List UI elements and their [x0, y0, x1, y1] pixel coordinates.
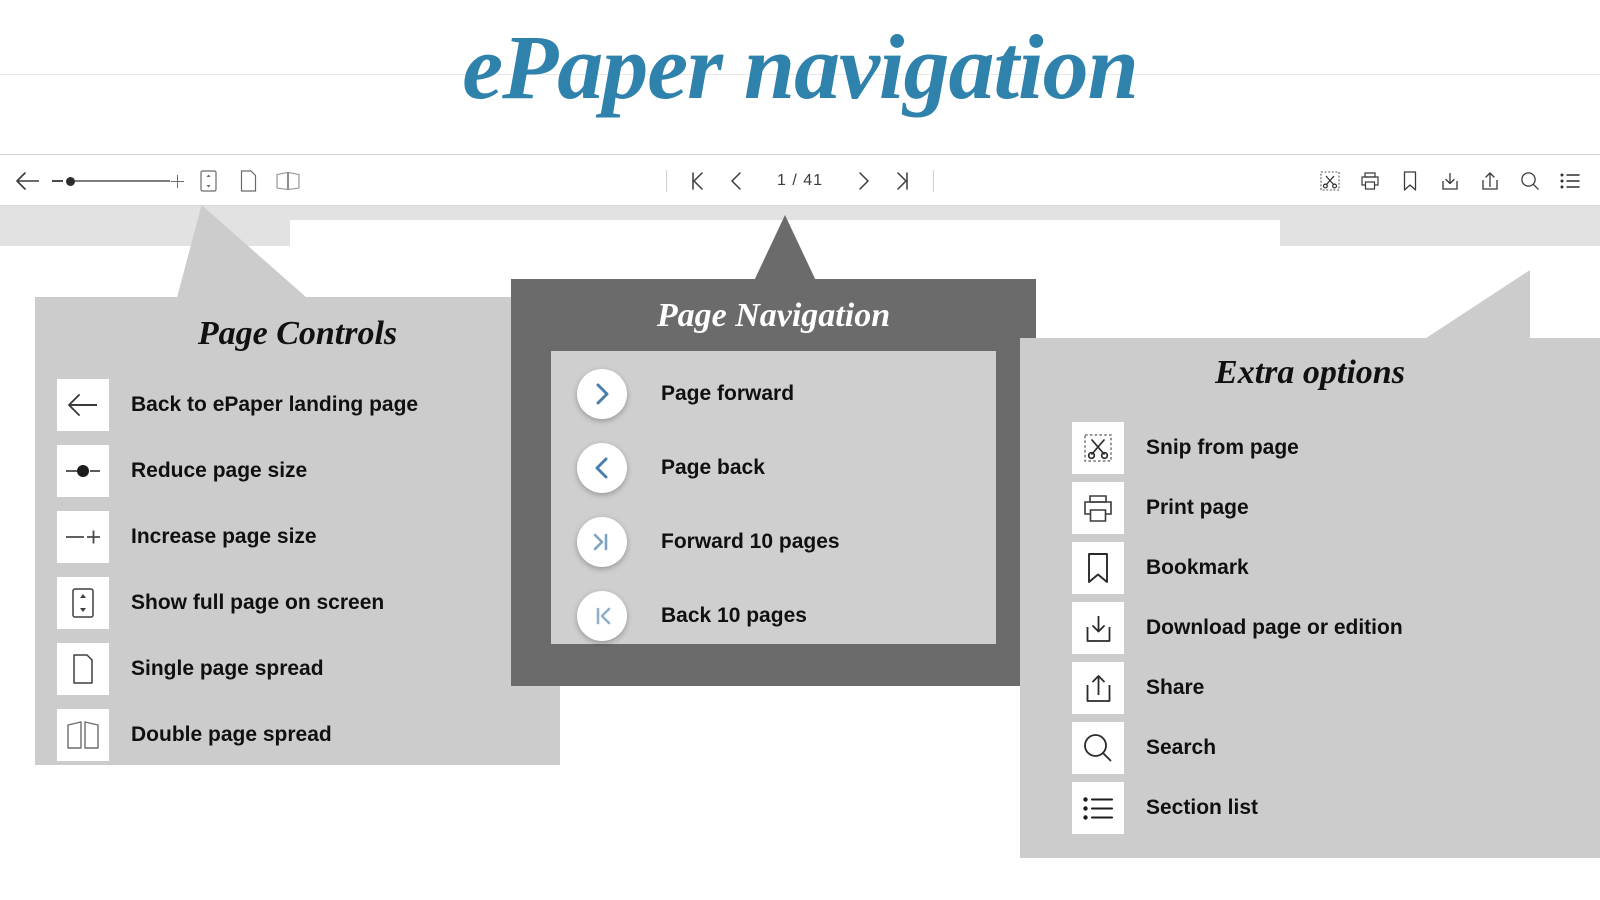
panel-page-navigation: Page Navigation Page forward Page back F…: [511, 279, 1036, 686]
toolbar-right-group: [1310, 155, 1590, 207]
list-item-section-list[interactable]: Section list: [1072, 782, 1403, 834]
toolbar-snip-icon[interactable]: [1310, 161, 1350, 201]
skip-back-icon: [577, 591, 627, 641]
list-item-snip-from-page[interactable]: Snip from page: [1072, 422, 1403, 474]
list-item-label: Bookmark: [1146, 556, 1249, 579]
reduce-size-icon: [57, 445, 109, 497]
list-item-label: Page forward: [661, 382, 795, 405]
pager-divider-left: [666, 170, 667, 192]
page-title: ePaper navigation: [462, 16, 1139, 118]
search-icon: [1072, 722, 1124, 774]
reader-toolbar: 1 / 41: [0, 154, 1600, 206]
list-item-label: Print page: [1146, 496, 1249, 519]
list-item-label: Back to ePaper landing page: [131, 393, 419, 416]
page-shadow-left: [0, 206, 290, 246]
list-item-label: Download page or edition: [1146, 616, 1403, 639]
list-item-share[interactable]: Share: [1072, 662, 1403, 714]
list-item-label: Back 10 pages: [661, 604, 807, 627]
list-item-search[interactable]: Search: [1072, 722, 1403, 774]
list-item-page-forward[interactable]: Page forward: [577, 369, 840, 419]
list-item-label: Section list: [1146, 796, 1259, 819]
share-icon: [1072, 662, 1124, 714]
pager-first-page-icon[interactable]: [677, 161, 717, 201]
list-item-single-page-spread[interactable]: Single page spread: [57, 643, 418, 695]
list-item-label: Page back: [661, 456, 765, 479]
panel-page-controls-list: Back to ePaper landing page Reduce page …: [57, 379, 418, 761]
toolbar-share-icon[interactable]: [1470, 161, 1510, 201]
list-item-reduce-page-size[interactable]: Reduce page size: [57, 445, 418, 497]
list-item-double-page-spread[interactable]: Double page spread: [57, 709, 418, 761]
download-icon: [1072, 602, 1124, 654]
pager-next-page-icon[interactable]: [843, 161, 883, 201]
list-item-label: Reduce page size: [131, 459, 308, 482]
bookmark-icon: [1072, 542, 1124, 594]
print-icon: [1072, 482, 1124, 534]
list-item-show-full-page[interactable]: Show full page on screen: [57, 577, 418, 629]
panel-page-navigation-list: Page forward Page back Forward 10 pages …: [577, 369, 840, 641]
page-root: ePaper navigation 1 / 41 Page Controls B…: [0, 0, 1600, 900]
list-item-increase-page-size[interactable]: Increase page size: [57, 511, 418, 563]
panel-page-navigation-inner: Page forward Page back Forward 10 pages …: [551, 351, 996, 644]
toolbar-section-list-icon[interactable]: [1550, 161, 1590, 201]
list-item-label: Increase page size: [131, 525, 317, 548]
list-item-download-page-or-edition[interactable]: Download page or edition: [1072, 602, 1403, 654]
back-arrow-icon: [57, 379, 109, 431]
chevron-left-icon: [577, 443, 627, 493]
panel-extra-options-title: Extra options: [1215, 354, 1405, 391]
list-item-print-page[interactable]: Print page: [1072, 482, 1403, 534]
list-item-bookmark[interactable]: Bookmark: [1072, 542, 1403, 594]
toolbar-bookmark-icon[interactable]: [1390, 161, 1430, 201]
toolbar-download-icon[interactable]: [1430, 161, 1470, 201]
panel-page-navigation-title: Page Navigation: [656, 297, 891, 334]
fit-page-icon: [57, 577, 109, 629]
panel-extra-options: Extra options Snip from page Print page …: [1020, 338, 1600, 858]
list-item-label: Search: [1146, 736, 1217, 759]
list-item-label: Double page spread: [131, 723, 332, 746]
list-item-label: Snip from page: [1146, 436, 1299, 459]
list-item-page-back[interactable]: Page back: [577, 443, 840, 493]
skip-forward-icon: [577, 517, 627, 567]
chevron-right-icon: [577, 369, 627, 419]
list-item-label: Single page spread: [131, 657, 324, 680]
page-shadow-right: [1280, 206, 1600, 246]
increase-size-icon: [57, 511, 109, 563]
toolbar-print-icon[interactable]: [1350, 161, 1390, 201]
list-item-back-to-landing[interactable]: Back to ePaper landing page: [57, 379, 418, 431]
list-item-label: Share: [1146, 676, 1205, 699]
section-list-icon: [1072, 782, 1124, 834]
panel-page-controls: Page Controls Back to ePaper landing pag…: [35, 297, 560, 765]
list-item-back-10-pages[interactable]: Back 10 pages: [577, 591, 840, 641]
list-item-label: Show full page on screen: [131, 591, 385, 614]
list-item-label: Forward 10 pages: [661, 530, 840, 553]
snip-icon: [1072, 422, 1124, 474]
single-page-icon: [57, 643, 109, 695]
panel-page-controls-title: Page Controls: [197, 315, 398, 352]
pager-prev-page-icon[interactable]: [717, 161, 757, 201]
panel-extra-options-list: Snip from page Print page Bookmark Downl…: [1072, 422, 1403, 834]
pager-divider-right: [933, 170, 934, 192]
pager-page-indicator[interactable]: 1 / 41: [757, 172, 843, 190]
toolbar-search-icon[interactable]: [1510, 161, 1550, 201]
pager-last-page-icon[interactable]: [883, 161, 923, 201]
double-page-icon: [57, 709, 109, 761]
list-item-forward-10-pages[interactable]: Forward 10 pages: [577, 517, 840, 567]
